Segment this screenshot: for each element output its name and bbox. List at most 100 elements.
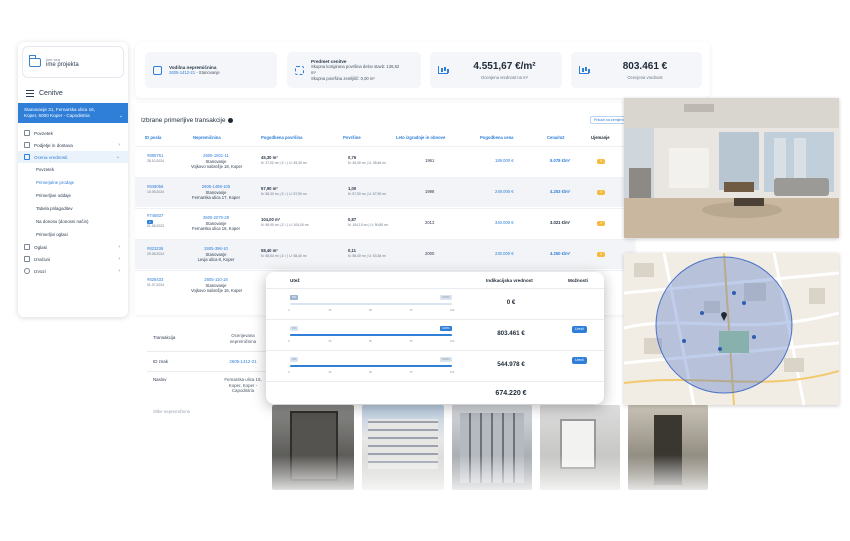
home-icon [153, 65, 162, 75]
lead-property-type: - Stanovanje [195, 69, 220, 75]
chevron-right-icon: › [118, 256, 120, 262]
subnav-comparable-rentals[interactable]: Primerljive oddaje [18, 189, 128, 202]
column-header[interactable]: Pogodbena površina [261, 135, 302, 140]
slider-tick-label: 0 [288, 340, 290, 343]
area-ratio-detail: N: 104,10 m² | U: 90,80 m² [348, 222, 389, 227]
match-badge: 4 [597, 252, 605, 257]
project-selector[interactable]: ime seq ime projekta [22, 46, 124, 78]
appraisal-address-line2: Koper, 6000 Koper - Capodistria [24, 113, 90, 118]
slider-max-label[interactable]: 100% [440, 357, 452, 362]
table-row[interactable]: #885761 28.10.2024 2605-1501-11 Stanovanje… [135, 146, 635, 176]
column-header[interactable]: Ujemanje [591, 135, 610, 140]
deal-date: 01.07.2024 [147, 282, 164, 287]
table-row[interactable]: #849056 10.09.2024 2605-1498-105 Stanovanj… [135, 177, 635, 207]
lead-property-link[interactable]: 2605-1412-21 [169, 70, 195, 75]
transaction-detail: Transakcija Ocenjevana nepremičnina ID z… [135, 323, 277, 423]
selected-appraisal[interactable]: Stanovanje 31, Fernarska ulica 16, Koper… [18, 103, 128, 123]
price-per-m2: 4.253 €/m² [550, 189, 571, 194]
column-header[interactable]: Nepremičnina [193, 135, 221, 140]
nav-item-summary[interactable]: Povzetek [18, 127, 128, 139]
contract-price: 340.000 € [495, 220, 514, 225]
property-address: Levja ulica 8, Koper [197, 257, 235, 263]
subnav-adjustment-table[interactable]: Tabela prilagoditev [18, 202, 128, 215]
column-header[interactable]: Površine [343, 135, 361, 140]
project-name: ime projekta [46, 61, 79, 68]
subnav-income-approach[interactable]: Na donosu (donosni način) [18, 215, 128, 228]
clipboard-icon [24, 130, 30, 136]
bar-chart-icon [438, 66, 448, 74]
deal-date: 29.08.2024 [147, 251, 164, 256]
build-year: 1998 [425, 189, 435, 194]
nav-item-label: Izvozi [34, 268, 46, 274]
detail-value: Ocenjevana nepremičnina [229, 333, 257, 344]
detail-value-link[interactable]: 2605-1412-21 [223, 359, 263, 365]
indicated-value: 803.461 € [497, 330, 525, 337]
photos-label: Slike nepremičnine [153, 409, 191, 414]
slider-ticks: 0 25 50 75 100 [288, 340, 454, 344]
section-title: Cenitve [18, 82, 128, 101]
deal-id-link[interactable]: #849056 [147, 184, 164, 190]
edit-button[interactable]: Uredi [572, 357, 587, 364]
contract-area-detail: N: 58,54 m² | Z: / | U: 58,40 m² [261, 253, 307, 258]
deal-id-link[interactable]: #828433 [147, 277, 164, 283]
property-address: Vojkovo nabrežje 16, Koper [191, 288, 243, 294]
table-row[interactable]: #746837 2 01.06.2023 2605-2070-29 Stanovanj… [135, 208, 635, 238]
deal-date: 28.10.2024 [147, 158, 164, 163]
package-icon [24, 142, 30, 148]
subnav-comparable-ads[interactable]: Primerljivi oglasi [18, 228, 128, 241]
slider-min-label[interactable]: 0% [290, 295, 299, 300]
nav-item-calculations[interactable]: Izračuni › [18, 253, 128, 265]
interior-photo [624, 98, 839, 238]
price-per-m2: 4.250 €/m² [550, 251, 571, 256]
location-map[interactable] [624, 253, 839, 405]
nav-item-label: Oglasi [34, 244, 48, 250]
info-icon [228, 117, 234, 123]
detail-value: Fernarska ulica 15, Koper, Koper - Capod… [224, 377, 262, 394]
deal-id-link[interactable]: #823236 [147, 246, 164, 252]
area-ratio-detail: N: 57,90 m² | U: 57,90 m² [348, 191, 387, 196]
chevron-right-icon: › [118, 142, 120, 148]
chevron-right-icon: › [118, 244, 120, 250]
nav-item-label: Ocena vrednosti [34, 154, 68, 160]
slider-ticks: 0 25 50 75 100 [288, 371, 454, 375]
divider [147, 351, 277, 352]
nav-item-exports[interactable]: Izvozi › [18, 265, 128, 277]
nav-item-valuation[interactable]: Ocena vrednosti ⌄ [18, 151, 128, 163]
valuation-weights-card: Utež Indikacijska vrednost Možnosti 0% 1… [266, 272, 604, 404]
subnav-summary[interactable]: Povzetek [18, 163, 128, 176]
edit-button[interactable]: Uredi [572, 326, 587, 333]
slider-tick-label: 100 [450, 309, 455, 312]
slider-fill [290, 334, 452, 336]
column-header[interactable]: Leto izgradnje in obnove [396, 135, 445, 140]
column-header[interactable]: Cena/m2 [547, 135, 564, 140]
build-year: 1961 [425, 158, 435, 163]
price-per-m2: 3.021 €/m² [550, 220, 571, 225]
contract-price: 230.000 € [495, 251, 514, 256]
expand-icon [295, 65, 304, 75]
nav-item-company[interactable]: Podjetje in dostava › [18, 139, 128, 151]
nav-item-label: Povzetek [34, 130, 53, 136]
cloud-icon [24, 268, 30, 274]
value-per-m2-card: 4.551,67 €/m² Ocenjena vrednost na m² [430, 52, 562, 88]
megaphone-icon [24, 244, 30, 250]
column-header[interactable]: Pogodbena cena [480, 135, 514, 140]
nav-item-ads[interactable]: Oglasi › [18, 241, 128, 253]
slider-tick-label: 25 [328, 309, 332, 312]
count-tag: 2 [147, 219, 153, 224]
deal-id-link[interactable]: #746837 [147, 213, 164, 219]
subnav-comparable-sales[interactable]: Primerjalne prodaje [18, 176, 128, 189]
slider-max-label[interactable]: 100% [440, 326, 452, 331]
total-row: 674.220 € [266, 381, 604, 404]
slider-min-label: 0% [290, 357, 299, 362]
column-header[interactable]: ID posla [145, 135, 161, 140]
table-row[interactable]: #823236 29.08.2024 2605-396-10 Stanovanje L… [135, 239, 635, 269]
slider-tick-label: 50 [369, 340, 372, 343]
slider-tick-label: 0 [288, 309, 290, 312]
slider-tick-label: 75 [409, 309, 413, 312]
match-badge: 4 [597, 221, 605, 226]
estimated-value-label: Ocenjena vrednost [627, 74, 663, 80]
deal-id-link[interactable]: #885761 [147, 153, 164, 159]
screenshot-collage: ime seq ime projekta Cenitve Stanovanje … [0, 0, 850, 541]
chevron-right-icon: › [118, 268, 120, 274]
living-room-illustration [624, 98, 839, 238]
